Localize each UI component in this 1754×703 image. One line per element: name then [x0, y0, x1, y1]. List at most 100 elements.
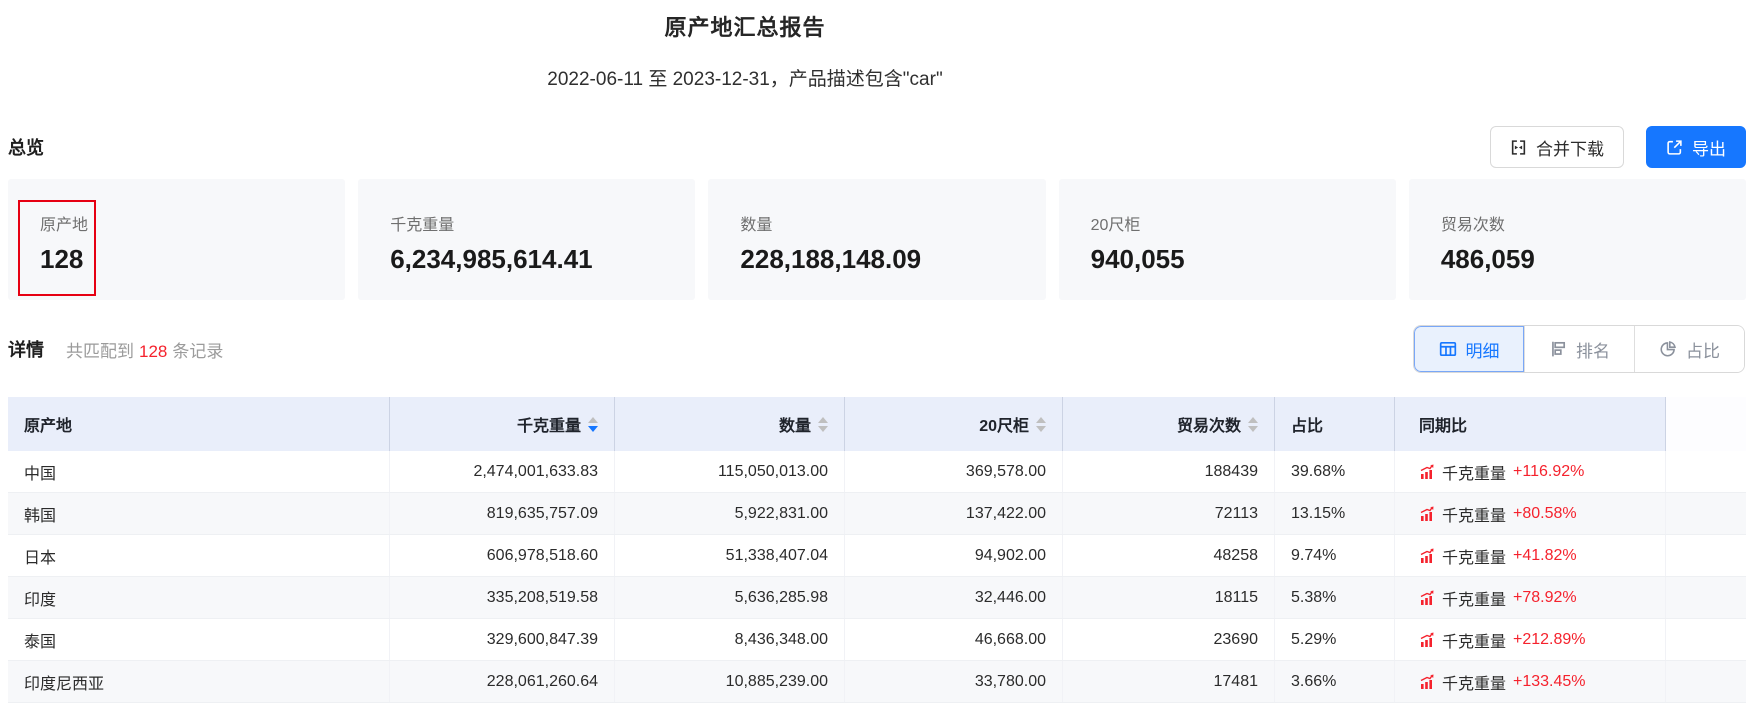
- col-header-label: 贸易次数: [1176, 418, 1241, 435]
- col-header-containers[interactable]: 20尺柜: [845, 397, 1063, 451]
- cell-weight: 335,208,519.58: [390, 577, 615, 618]
- yoy-metric-label: 千克重量: [1442, 633, 1507, 651]
- stat-card-value: 228,188,148.09: [740, 244, 922, 274]
- table-row: 印度 335,208,519.58 5,636,285.98 32,446.00…: [8, 577, 1746, 619]
- cell-share: 13.15%: [1275, 493, 1395, 534]
- export-icon: [1666, 139, 1683, 156]
- match-summary: 共匹配到 128 条记录: [66, 337, 223, 362]
- yoy-percent: +133.45%: [1513, 672, 1586, 690]
- match-suffix: 条记录: [172, 341, 224, 361]
- sort-carets-icon: [588, 416, 598, 432]
- col-header-label: 数量: [778, 418, 811, 435]
- cell-trades: 72113: [1063, 493, 1275, 534]
- export-button[interactable]: 导出: [1646, 126, 1746, 168]
- cell-weight: 819,635,757.09: [390, 493, 615, 534]
- cell-yoy: 千克重量 +133.45%: [1395, 661, 1666, 702]
- cell-quantity: 51,338,407.04: [615, 535, 845, 576]
- cell-share: 5.29%: [1275, 619, 1395, 660]
- cell-quantity: 5,922,831.00: [615, 493, 845, 534]
- col-header-gutter: [1666, 397, 1746, 451]
- trend-up-icon: [1419, 548, 1435, 564]
- origin-summary-report-page: 原产地汇总报告 2022-06-11 至 2023-12-31，产品描述包含"c…: [0, 0, 1754, 703]
- yoy-metric-label: 千克重量: [1442, 549, 1507, 567]
- cell-trades: 23690: [1063, 619, 1275, 660]
- cell-yoy: 千克重量 +116.92%: [1395, 451, 1666, 492]
- tab-detail-label: 明细: [1465, 341, 1500, 361]
- yoy-metric-label: 千克重量: [1442, 465, 1507, 483]
- col-header-quantity[interactable]: 数量: [615, 397, 845, 451]
- cell-gutter: [1666, 577, 1746, 618]
- cell-gutter: [1666, 493, 1746, 534]
- tab-ranking[interactable]: 排名: [1524, 326, 1634, 372]
- col-header-trades[interactable]: 贸易次数: [1063, 397, 1275, 451]
- export-label: 导出: [1692, 139, 1726, 159]
- trend-up-icon: [1419, 506, 1435, 522]
- merge-download-button[interactable]: 合并下载: [1490, 126, 1624, 168]
- cell-trades: 17481: [1063, 661, 1275, 702]
- merge-cells-icon: [1510, 139, 1527, 156]
- trend-up-icon: [1419, 674, 1435, 690]
- stat-card-value: 486,059: [1440, 244, 1535, 274]
- cell-share: 9.74%: [1275, 535, 1395, 576]
- ranking-icon: [1549, 340, 1567, 358]
- details-left: 详情 共匹配到 128 条记录: [8, 336, 223, 362]
- cell-origin: 日本: [8, 535, 390, 576]
- tab-proportion[interactable]: 占比: [1634, 326, 1744, 372]
- cell-origin: 中国: [8, 451, 390, 492]
- cell-quantity: 5,636,285.98: [615, 577, 845, 618]
- cell-containers: 32,446.00: [845, 577, 1063, 618]
- stat-card-containers: 20尺柜 940,055: [1058, 179, 1396, 300]
- trend-up-icon: [1419, 632, 1435, 648]
- yoy-percent: +78.92%: [1513, 588, 1577, 606]
- yoy-percent: +116.92%: [1513, 462, 1585, 480]
- table-header-row: 原产地 千克重量 数量 20尺柜 贸易次数 占比 同期比: [8, 397, 1746, 451]
- yoy-percent: +41.82%: [1513, 546, 1577, 564]
- yoy-percent: +80.58%: [1513, 504, 1577, 522]
- stat-card-label: 20尺柜: [1090, 217, 1141, 234]
- col-header-weight[interactable]: 千克重量: [390, 397, 615, 451]
- stat-card-label: 原产地: [40, 217, 89, 234]
- sort-carets-icon: [818, 416, 828, 432]
- match-prefix: 共匹配到: [66, 341, 134, 361]
- page-subtitle: 2022-06-11 至 2023-12-31，产品描述包含"car": [547, 69, 943, 90]
- cell-containers: 94,902.00: [845, 535, 1063, 576]
- col-header-label: 20尺柜: [979, 418, 1029, 435]
- cell-origin: 印度: [8, 577, 390, 618]
- tab-detail[interactable]: 明细: [1414, 326, 1524, 372]
- col-header-label: 千克重量: [516, 418, 581, 435]
- yoy-metric-label: 千克重量: [1442, 675, 1507, 693]
- merge-download-label: 合并下载: [1536, 139, 1604, 159]
- cell-yoy: 千克重量 +80.58%: [1395, 493, 1666, 534]
- cell-share: 3.66%: [1275, 661, 1395, 702]
- stat-card-origin: 原产地 128: [8, 179, 346, 300]
- overview-actions: 合并下载 导出: [1490, 126, 1746, 168]
- cell-origin: 韩国: [8, 493, 390, 534]
- col-header-origin: 原产地: [8, 397, 390, 451]
- table-row: 韩国 819,635,757.09 5,922,831.00 137,422.0…: [8, 493, 1746, 535]
- page-title: 原产地汇总报告: [664, 15, 826, 40]
- sort-carets-icon: [1248, 416, 1258, 432]
- stat-card-value: 940,055: [1090, 244, 1185, 274]
- table-row: 中国 2,474,001,633.83 115,050,013.00 369,5…: [8, 451, 1746, 493]
- cell-gutter: [1666, 619, 1746, 660]
- cell-gutter: [1666, 451, 1746, 492]
- match-count: 128: [139, 341, 168, 361]
- cell-containers: 369,578.00: [845, 451, 1063, 492]
- cell-gutter: [1666, 661, 1746, 702]
- cell-trades: 18115: [1063, 577, 1275, 618]
- cell-yoy: 千克重量 +212.89%: [1395, 619, 1666, 660]
- cell-trades: 188439: [1063, 451, 1275, 492]
- origin-detail-table: 原产地 千克重量 数量 20尺柜 贸易次数 占比 同期比 中国 2,474,00…: [8, 397, 1746, 703]
- yoy-metric-label: 千克重量: [1442, 591, 1507, 609]
- sort-carets-icon: [1036, 416, 1046, 432]
- cell-yoy: 千克重量 +78.92%: [1395, 577, 1666, 618]
- cell-quantity: 8,436,348.00: [615, 619, 845, 660]
- pie-chart-icon: [1659, 340, 1677, 358]
- details-heading: 详情: [8, 340, 44, 360]
- table-icon: [1439, 340, 1457, 358]
- cell-weight: 2,474,001,633.83: [390, 451, 615, 492]
- tab-ranking-label: 排名: [1576, 341, 1610, 361]
- cell-quantity: 115,050,013.00: [615, 451, 845, 492]
- cell-trades: 48258: [1063, 535, 1275, 576]
- overview-heading: 总览: [8, 138, 44, 158]
